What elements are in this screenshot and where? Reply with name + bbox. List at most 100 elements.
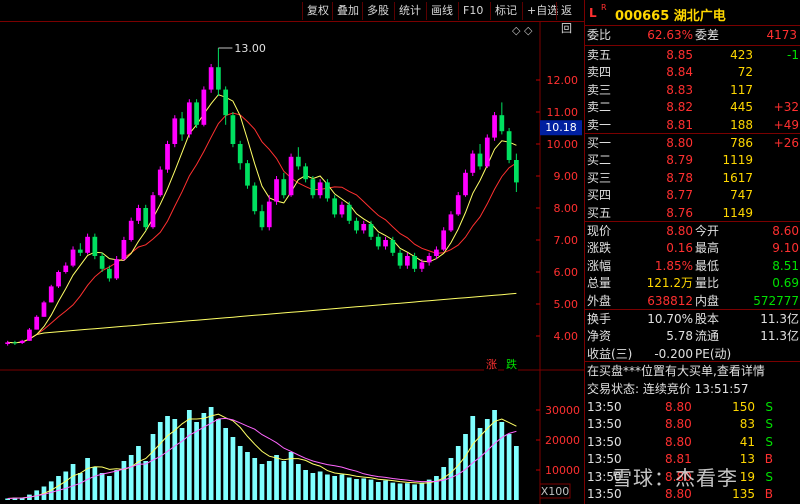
volume-bar: [368, 479, 374, 500]
volume-bar: [332, 476, 338, 500]
trade-status-row: 交易状态: 连续竞价 13:51:57: [585, 380, 800, 398]
kline-chart[interactable]: 12.00 11.00 10.00 9.00 8.00 7.00 6.00 5.00 4.00 1…: [0, 22, 584, 504]
volume-bar: [310, 473, 316, 500]
stock-code-name[interactable]: 000665 湖北广电: [615, 5, 726, 24]
volume-bar: [194, 422, 199, 500]
volume-bar: [499, 422, 505, 500]
candle-body: [404, 256, 410, 266]
candle-body: [477, 153, 483, 167]
stock-header: L R 000665 湖北广电: [585, 0, 800, 26]
bid-label: 买四: [587, 188, 612, 203]
fund-label: 股本: [695, 312, 720, 326]
volume-bar: [92, 467, 98, 500]
rank-letter: R: [601, 3, 607, 12]
candle-body: [492, 115, 497, 138]
market-letter: L: [589, 6, 597, 20]
candle-body: [339, 204, 345, 215]
price-tick-label: 5.00: [554, 298, 579, 311]
vol-tick-label: 20000: [545, 434, 580, 447]
bid-volume: 1617: [722, 170, 753, 185]
candle-body: [56, 272, 61, 287]
candle-body: [463, 172, 468, 196]
candle-body: [245, 163, 250, 186]
ask-row: 卖三 8.83 117: [585, 81, 800, 99]
mark-button[interactable]: 标记: [490, 2, 521, 20]
tick-time: 13:50: [587, 434, 622, 449]
bid-price: 8.77: [666, 188, 693, 203]
quote-value: 572777: [753, 293, 799, 308]
volume-bar: [419, 482, 425, 500]
trade-status: 交易状态: 连续竞价 13:51:57: [587, 382, 749, 396]
candle-body: [77, 249, 83, 253]
quote-row: 涨幅 1.85% 最低 8.51: [585, 257, 800, 275]
candle-body: [223, 89, 229, 116]
multi-stock-button[interactable]: 多股: [362, 2, 393, 20]
tick-volume: 19: [739, 469, 755, 484]
overlay-button[interactable]: 叠加: [332, 2, 363, 20]
volume-bar: [107, 476, 112, 500]
f10-button[interactable]: F10: [458, 2, 487, 20]
toolbar: 复权 叠加 多股 统计 画线 F10 标记 +自选 返回: [0, 0, 584, 35]
fuquan-button[interactable]: 复权: [302, 2, 333, 20]
bid-row: 买二 8.79 1119: [585, 151, 800, 169]
volume-bar: [295, 464, 301, 500]
bid-volume: 1119: [722, 153, 753, 168]
bid-change: +26: [773, 136, 799, 150]
ask-change: +32: [773, 100, 799, 115]
candle-body: [172, 118, 178, 144]
volume-bar: [484, 419, 490, 500]
draw-line-button[interactable]: 画线: [426, 2, 457, 20]
quote-label: 今开: [695, 224, 720, 238]
notice-row[interactable]: 在买盘***位置有大买单,查看详情: [585, 362, 800, 380]
volume-bar: [274, 455, 279, 500]
quote-row: 总量 121.2万 量比 0.69: [585, 274, 800, 292]
candle-body: [128, 220, 134, 240]
quote-value: 8.60: [772, 224, 799, 238]
candle-body: [92, 236, 98, 256]
candle-body: [426, 256, 432, 263]
candle-body: [514, 160, 519, 183]
fund-value: 10.70%: [647, 312, 693, 326]
quote-label: 总量: [587, 276, 612, 291]
candle-body: [5, 342, 10, 344]
statistics-button[interactable]: 统计: [394, 2, 425, 20]
weibi-label: 委比: [587, 28, 612, 42]
candle-body: [361, 224, 367, 231]
price-tick-label: 9.00: [554, 170, 579, 183]
volume-bar: [404, 483, 410, 500]
ask-price: 8.84: [666, 65, 693, 80]
volume-bar: [463, 434, 468, 500]
bid-row: 买三 8.78 1617: [585, 169, 800, 187]
quote-value: 8.51: [772, 258, 799, 273]
ask-volume: 72: [737, 65, 753, 80]
quote-value: 121.2万: [646, 276, 693, 291]
volume-bar: [186, 410, 192, 500]
volume-bar: [99, 473, 105, 500]
volume-bar: [441, 467, 447, 500]
volume-bar: [361, 478, 367, 500]
quote-label: 外盘: [587, 293, 612, 308]
tick-flag: S: [765, 434, 773, 449]
zhang-label: 涨: [486, 358, 497, 371]
candle-body: [186, 102, 192, 135]
volume-bar: [216, 419, 221, 500]
bid-price: 8.79: [666, 153, 693, 168]
chart-canvas[interactable]: 12.00 11.00 10.00 9.00 8.00 7.00 6.00 5.00 4.00 1…: [0, 22, 584, 504]
candle-body: [136, 208, 141, 221]
volume-bar: [434, 476, 439, 500]
candle-body: [70, 249, 76, 266]
bid-price: 8.76: [666, 205, 693, 220]
candle-body: [354, 220, 359, 231]
ask-price: 8.83: [666, 82, 693, 97]
bid-volume: 786: [730, 136, 753, 150]
quote-label: 内盘: [695, 293, 720, 308]
ask-change: +49: [773, 117, 799, 132]
back-button[interactable]: 返回: [556, 2, 584, 35]
bid-label: 买一: [587, 136, 612, 150]
high-label: 13.00: [234, 42, 265, 55]
tick-flag: S: [765, 469, 773, 484]
big-order-notice[interactable]: 在买盘***位置有大买单,查看详情: [587, 362, 765, 380]
volume-bar: [237, 446, 243, 500]
volume-bar: [514, 446, 519, 500]
fund-label: 流通: [695, 329, 720, 344]
